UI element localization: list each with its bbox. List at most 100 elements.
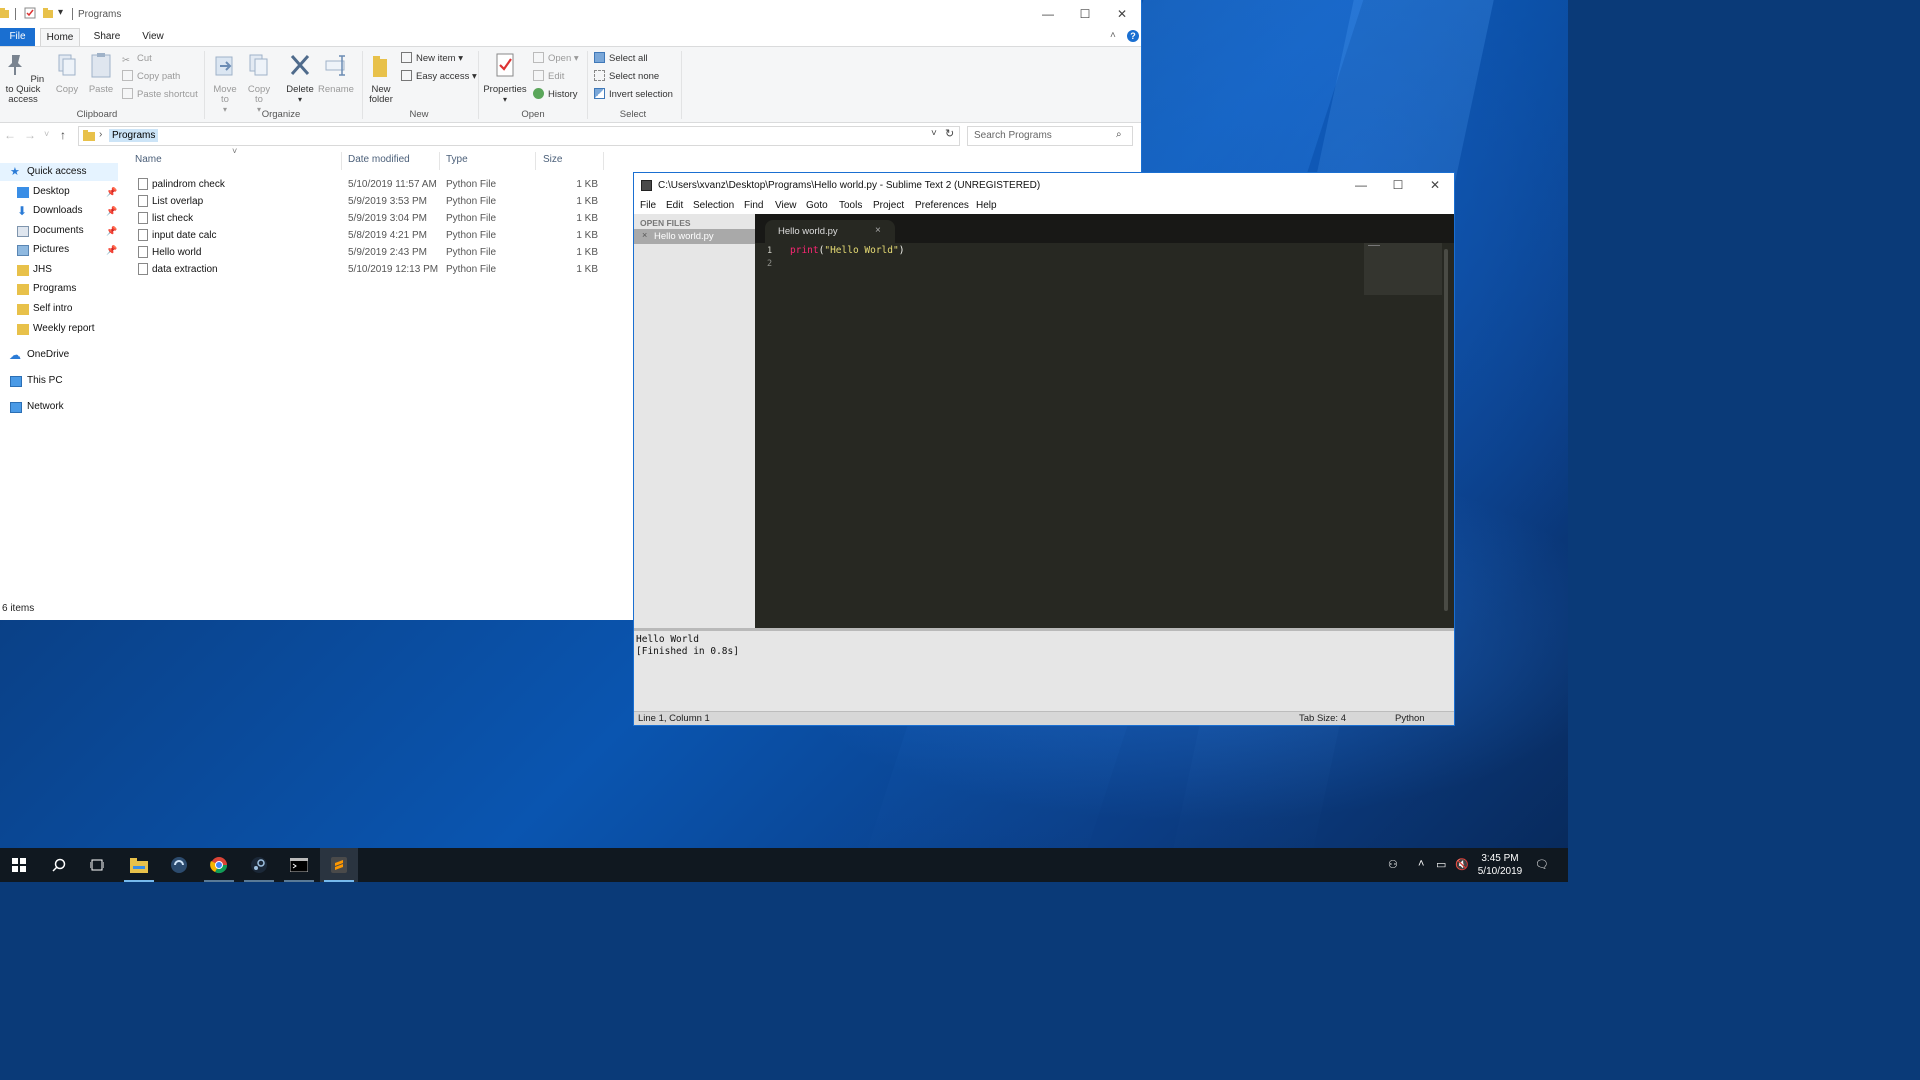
nav-item-quick-access[interactable]: ★ Quick access: [0, 163, 118, 181]
pin-icon[interactable]: 📌: [106, 241, 117, 259]
task-view-button[interactable]: [78, 848, 116, 882]
taskbar-app[interactable]: [160, 848, 198, 882]
copy-button[interactable]: Copy: [52, 51, 82, 95]
column-size[interactable]: Size: [543, 154, 562, 165]
close-button[interactable]: ✕: [1103, 0, 1141, 28]
paste-button[interactable]: Paste: [86, 51, 116, 95]
maximize-button[interactable]: ☐: [1066, 0, 1104, 28]
editor-tab[interactable]: Hello world.py ×: [765, 220, 895, 243]
help-icon[interactable]: ?: [1127, 30, 1139, 42]
nav-item-this-pc[interactable]: This PC: [0, 372, 118, 390]
tab-share[interactable]: Share: [88, 28, 126, 46]
file-row[interactable]: list check 5/9/2019 3:04 PM Python File …: [130, 210, 610, 227]
divider[interactable]: [603, 152, 604, 170]
nav-item-documents[interactable]: Documents 📌: [0, 222, 118, 240]
address-bar[interactable]: › Programs ˅ ↻: [78, 126, 960, 146]
taskbar-steam[interactable]: [240, 848, 278, 882]
code-editor[interactable]: 1 2 print("Hello World"): [755, 243, 1454, 628]
breadcrumb[interactable]: Programs: [109, 129, 159, 142]
nav-item-pictures[interactable]: Pictures 📌: [0, 241, 118, 259]
search-input[interactable]: Search Programs: [974, 130, 1052, 141]
taskbar-file-explorer[interactable]: [120, 848, 158, 882]
close-button[interactable]: ✕: [1416, 173, 1454, 199]
back-icon[interactable]: ←: [4, 128, 16, 142]
nav-item-downloads[interactable]: ⬇ Downloads 📌: [0, 202, 118, 220]
file-row[interactable]: data extraction 5/10/2019 12:13 PM Pytho…: [130, 261, 610, 278]
minimize-button[interactable]: —: [1029, 0, 1067, 28]
people-icon[interactable]: ⚇: [1388, 858, 1398, 871]
system-clock[interactable]: 3:45 PM 5/10/2019: [1470, 852, 1530, 878]
taskbar-terminal[interactable]: [280, 848, 318, 882]
syntax-indicator[interactable]: Python: [1395, 713, 1425, 724]
properties-button[interactable]: Properties ▾: [482, 51, 528, 105]
history-button[interactable]: History: [533, 87, 578, 103]
pin-icon[interactable]: 📌: [106, 222, 117, 240]
divider[interactable]: [341, 152, 342, 170]
pin-icon[interactable]: 📌: [106, 183, 117, 201]
paste-shortcut-button[interactable]: Paste shortcut: [122, 87, 198, 103]
new-folder-button[interactable]: New folder: [364, 51, 398, 105]
file-row[interactable]: input date calc 5/8/2019 4:21 PM Python …: [130, 227, 610, 244]
nav-item-self-intro[interactable]: Self intro: [0, 300, 118, 318]
invert-selection-button[interactable]: Invert selection: [594, 87, 673, 103]
start-button[interactable]: [0, 848, 38, 882]
select-none-button[interactable]: Select none: [594, 69, 659, 85]
file-row[interactable]: Hello world 5/9/2019 2:43 PM Python File…: [130, 244, 610, 261]
rename-button[interactable]: Rename: [318, 51, 354, 95]
action-center-icon[interactable]: 🗨: [1535, 858, 1549, 871]
customize-quick-access-icon[interactable]: ▾: [58, 7, 63, 18]
minimize-button[interactable]: —: [1342, 173, 1380, 199]
taskbar-chrome[interactable]: [200, 848, 238, 882]
new-item-button[interactable]: New item ▾: [401, 51, 463, 67]
tab-file[interactable]: File: [0, 28, 35, 46]
tab-size-indicator[interactable]: Tab Size: 4: [1299, 713, 1346, 724]
divider[interactable]: [439, 152, 440, 170]
open-button[interactable]: Open ▾: [533, 51, 579, 67]
file-row[interactable]: List overlap 5/9/2019 3:53 PM Python Fil…: [130, 193, 610, 210]
open-file-item[interactable]: × Hello world.py: [634, 229, 755, 244]
close-tab-icon[interactable]: ×: [875, 225, 881, 236]
nav-item-onedrive[interactable]: ☁ OneDrive: [0, 346, 118, 364]
refresh-icon[interactable]: ↻: [945, 127, 954, 140]
menu-find[interactable]: Find: [744, 200, 763, 211]
pin-to-quick-access-button[interactable]: Pin to Quick access: [0, 51, 46, 105]
battery-icon[interactable]: ▭: [1436, 858, 1446, 871]
nav-item-desktop[interactable]: Desktop 📌: [0, 183, 118, 201]
minimap[interactable]: [1364, 243, 1442, 295]
volume-muted-icon[interactable]: 🔇: [1455, 858, 1469, 871]
nav-item-programs[interactable]: Programs: [0, 280, 118, 298]
close-file-icon[interactable]: ×: [642, 230, 647, 240]
collapse-ribbon-icon[interactable]: ˄: [1110, 30, 1116, 41]
nav-item-network[interactable]: Network: [0, 398, 118, 416]
nav-item-weekly-report[interactable]: Weekly report: [0, 320, 118, 338]
properties-quick-icon[interactable]: [24, 7, 36, 19]
nav-item-jhs[interactable]: JHS: [0, 261, 118, 279]
select-all-button[interactable]: Select all: [594, 51, 648, 67]
up-icon[interactable]: ↑: [60, 128, 66, 142]
new-folder-quick-icon[interactable]: [42, 7, 54, 19]
tab-home[interactable]: Home: [40, 28, 80, 47]
delete-button[interactable]: Delete ▾: [284, 51, 316, 105]
menu-selection[interactable]: Selection: [693, 200, 734, 211]
menu-goto[interactable]: Goto: [806, 200, 828, 211]
menu-file[interactable]: File: [640, 200, 656, 211]
forward-icon[interactable]: →: [24, 128, 36, 142]
copy-path-button[interactable]: Copy path: [122, 69, 180, 85]
search-button[interactable]: [40, 848, 78, 882]
column-date-modified[interactable]: Date modified: [348, 154, 410, 165]
file-row[interactable]: palindrom check 5/10/2019 11:57 AM Pytho…: [130, 176, 610, 193]
copy-to-button[interactable]: Copy to ▾: [244, 51, 274, 115]
divider[interactable]: [535, 152, 536, 170]
column-name[interactable]: Name: [135, 154, 162, 165]
menu-tools[interactable]: Tools: [839, 200, 862, 211]
move-to-button[interactable]: Move to ▾: [210, 51, 240, 115]
column-type[interactable]: Type: [446, 154, 468, 165]
pin-icon[interactable]: 📌: [106, 202, 117, 220]
menu-edit[interactable]: Edit: [666, 200, 683, 211]
menu-preferences[interactable]: Preferences: [915, 200, 969, 211]
show-hidden-icons-icon[interactable]: ˄: [1418, 858, 1424, 870]
search-box[interactable]: Search Programs ⌕: [967, 126, 1133, 146]
taskbar-sublime-text[interactable]: [320, 848, 358, 882]
maximize-button[interactable]: ☐: [1379, 173, 1417, 199]
tab-view[interactable]: View: [134, 28, 172, 46]
